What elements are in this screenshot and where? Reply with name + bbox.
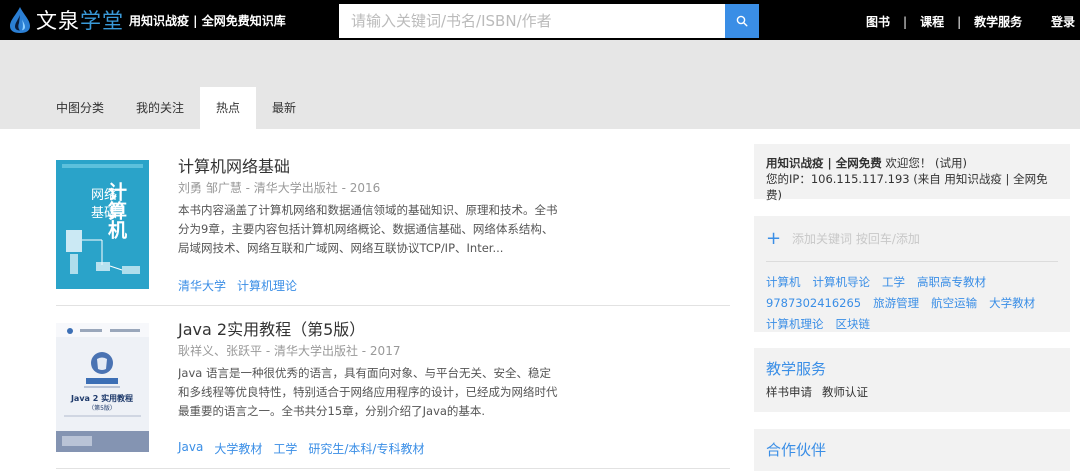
search-button[interactable] [725, 4, 759, 38]
book-title[interactable]: Java 2实用教程（第5版） [178, 319, 558, 341]
keyword-tags-panel: + 计算机 计算机导论 工学 高职高专教材 9787302416265 旅游管理… [754, 216, 1070, 332]
book-description: 本书内容涵盖了计算机网络和数据通信领域的基础知识、原理和技术。全书分为9章，主要… [178, 203, 558, 255]
search-icon [736, 15, 748, 27]
book-info: Java 2实用教程（第5版） 耿祥义、张跃平 - 清华大学出版社 - 2017… [178, 319, 558, 421]
panel-title: 合作伙伴 [766, 441, 827, 459]
book-meta: 耿祥义、张跃平 - 清华大学出版社 - 2017 [178, 344, 401, 358]
sample-request-link[interactable]: 样书申请 [766, 384, 812, 400]
cover-text: （第5版） [88, 404, 116, 412]
logo-text: 文泉学堂 [36, 9, 124, 33]
book-cover[interactable]: Java 2 实用教程 （第5版） [56, 323, 149, 452]
cover-text: Java 2 实用教程 [70, 393, 133, 403]
book-tag[interactable]: 清华大学 [178, 277, 226, 294]
book-title[interactable]: 计算机网络基础 [178, 156, 558, 178]
book-info: 计算机网络基础 刘勇 邹广慧 - 清华大学出版社 - 2016 本书内容涵盖了计… [178, 156, 558, 258]
teaching-service-panel: 教学服务 样书申请 教师认证 [754, 348, 1070, 412]
user-info-panel: 用知识战疫 | 全网免费 欢迎您！ (试用) 您的IP：106.115.117.… [754, 144, 1070, 202]
book-tag[interactable]: 计算机理论 [237, 277, 297, 294]
droplet-logo-icon [10, 7, 30, 33]
keyword-tag[interactable]: 工学 [882, 272, 905, 293]
book-description: Java 语言是一种很优秀的语言，具有面向对象、与平台无关、安全、稳定和多线程等… [178, 366, 558, 418]
book-cover-image: 网络 基础 计算机 [56, 160, 149, 289]
book-tag[interactable]: 工学 [273, 440, 297, 457]
cover-text: 计算机 [105, 182, 127, 240]
login-link[interactable]: 登录 [1051, 13, 1075, 30]
book-list-item: 网络 基础 计算机 计算机网络基础 刘勇 邹广慧 - 清华大学出版社 - 201… [56, 157, 730, 306]
search-input[interactable] [339, 4, 725, 38]
tab-latest[interactable]: 最新 [256, 87, 312, 129]
book-tag[interactable]: 研究生/本科/专科教材 [308, 440, 424, 457]
service-links: 样书申请 教师认证 [766, 384, 1058, 400]
teacher-cert-link[interactable]: 教师认证 [822, 384, 868, 400]
nav-books[interactable]: 图书 [866, 13, 890, 30]
tab-my-follows[interactable]: 我的关注 [120, 87, 200, 129]
nav-teaching-service[interactable]: 教学服务 [974, 13, 1022, 30]
ip-line: 您的IP：106.115.117.193 (来自 用知识战疫 | 全网免费) [766, 172, 1048, 202]
book-tag[interactable]: 大学教材 [214, 440, 262, 457]
partners-panel: 合作伙伴 [754, 429, 1070, 471]
book-list-item: Java 2 实用教程 （第5版） Java 2实用教程（第5版） 耿祥义、张跃… [56, 320, 730, 469]
panel-title: 教学服务 [766, 360, 827, 378]
tab-classification[interactable]: 中图分类 [40, 87, 120, 129]
book-cover-image: Java 2 实用教程 （第5版） [56, 323, 149, 452]
tab-hot[interactable]: 热点 [200, 87, 257, 129]
keyword-tag-cloud: 计算机 计算机导论 工学 高职高专教材 9787302416265 旅游管理 航… [766, 272, 1058, 335]
book-tag[interactable]: Java [178, 440, 203, 457]
keyword-tag[interactable]: 计算机导论 [813, 272, 871, 293]
slogan: 用知识战疫 | 全网免费知识库 [129, 14, 286, 28]
category-tabs: 中图分类 我的关注 热点 最新 [40, 87, 312, 129]
site-logo[interactable]: 文泉学堂 [8, 6, 124, 34]
nav-courses[interactable]: 课程 [920, 13, 944, 30]
book-meta: 刘勇 邹广慧 - 清华大学出版社 - 2016 [178, 181, 381, 195]
keyword-tag[interactable]: 高职高专教材 [917, 272, 986, 293]
plus-icon[interactable]: + [766, 228, 792, 249]
add-keyword-input[interactable] [792, 231, 1052, 246]
keyword-tag[interactable]: 航空运输 [931, 293, 977, 314]
keyword-tag[interactable]: 区块链 [836, 314, 871, 335]
book-tags: Java 大学教材 工学 研究生/本科/专科教材 [178, 440, 435, 457]
add-keyword-row: + [766, 226, 1058, 262]
keyword-tag[interactable]: 计算机理论 [766, 314, 824, 335]
keyword-tag[interactable]: 9787302416265 [766, 293, 861, 314]
nav-separator: | [957, 14, 962, 29]
book-tags: 清华大学 计算机理论 [178, 277, 308, 294]
main-nav: 图书 | 课程 | 教学服务 [866, 13, 1022, 30]
keyword-tag[interactable]: 计算机 [766, 272, 801, 293]
keyword-tag[interactable]: 大学教材 [989, 293, 1035, 314]
welcome-line: 用知识战疫 | 全网免费 欢迎您！ (试用) [766, 156, 968, 170]
nav-separator: | [903, 14, 908, 29]
book-cover[interactable]: 网络 基础 计算机 [56, 160, 149, 289]
top-navbar: 文泉学堂 用知识战疫 | 全网免费知识库 图书 | 课程 | 教学服务 登录 [0, 0, 1080, 40]
keyword-tag[interactable]: 旅游管理 [873, 293, 919, 314]
